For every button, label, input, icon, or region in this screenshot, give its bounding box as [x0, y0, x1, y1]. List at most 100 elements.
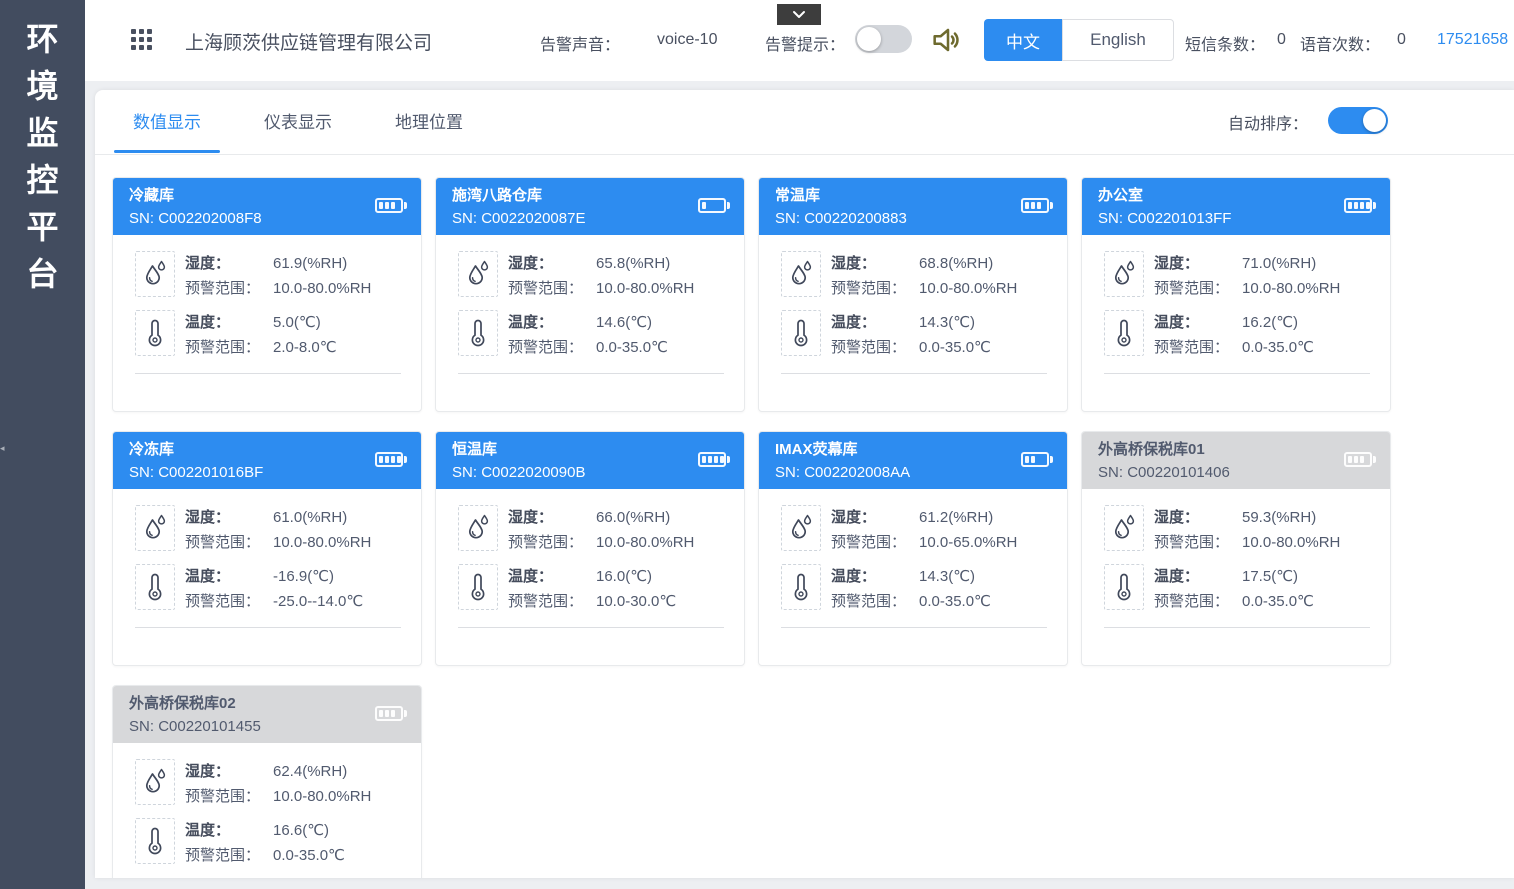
temperature-label: 温度：: [185, 310, 273, 335]
temperature-range-value: 0.0-35.0℃: [596, 339, 668, 356]
company-name: 上海顾茨供应链管理有限公司: [185, 28, 432, 55]
sms-count-label: 短信条数：: [1185, 31, 1265, 55]
humidity-droplet-icon: [458, 251, 498, 297]
sidebar-title-char: 环: [0, 16, 85, 63]
temperature-value: 5.0(℃): [273, 314, 321, 331]
temperature-range-value: 0.0-35.0℃: [919, 339, 991, 356]
temperature-range-label: 预警范围：: [831, 335, 919, 360]
temperature-metric: 温度：17.5(℃) 预警范围：0.0-35.0℃: [1104, 564, 1390, 614]
device-name: 冷藏库: [129, 184, 407, 207]
device-card-body: 湿度：61.0(%RH) 预警范围：10.0-80.0%RH 温度：-16.9(…: [113, 489, 421, 628]
humidity-label: 湿度：: [1154, 251, 1242, 276]
temperature-value: 16.2(℃): [1242, 314, 1298, 331]
device-sn: SN: C002202008F8: [129, 207, 407, 230]
humidity-label: 湿度：: [185, 759, 273, 784]
device-name: 外高桥保税库01: [1098, 438, 1376, 461]
device-card[interactable]: 施湾八路仓库 SN: C0022020087E 湿度：65.8(%RH) 预警范…: [435, 177, 745, 412]
top-bar: 上海顾茨供应链管理有限公司 告警声音： voice-10 告警提示： 中文 En…: [85, 0, 1514, 81]
temperature-value: 14.3(℃): [919, 568, 975, 585]
battery-icon: [1021, 452, 1053, 467]
temperature-metric: 温度：14.3(℃) 预警范围：0.0-35.0℃: [781, 564, 1067, 614]
device-card-header: 外高桥保税库02 SN: C00220101455: [113, 686, 421, 743]
auto-sort-label: 自动排序：: [1228, 110, 1308, 134]
temperature-metric: 温度：16.6(℃) 预警范围：0.0-35.0℃: [135, 818, 421, 868]
device-card-header: 外高桥保税库01 SN: C00220101406: [1082, 432, 1390, 489]
humidity-droplet-icon: [135, 251, 175, 297]
alarm-toggle[interactable]: [855, 25, 912, 53]
sn-value: C002201013FF: [1127, 210, 1231, 227]
humidity-range-value: 10.0-80.0%RH: [919, 280, 1017, 297]
sn-value: C00220101406: [1127, 464, 1230, 481]
auto-sort-toggle[interactable]: [1328, 107, 1388, 134]
battery-icon: [375, 706, 407, 721]
sidebar: 环境监控平台 ◂: [0, 0, 85, 889]
device-name: 办公室: [1098, 184, 1376, 207]
sn-value: C002202008F8: [158, 210, 261, 227]
humidity-range-label: 预警范围：: [185, 276, 273, 301]
device-card[interactable]: 恒温库 SN: C0022020090B 湿度：66.0(%RH) 预警范围：1…: [435, 431, 745, 666]
temperature-metric: 温度：14.6(℃) 预警范围：0.0-35.0℃: [458, 310, 744, 360]
temperature-thermometer-icon: [781, 310, 821, 356]
temperature-metric: 温度：-16.9(℃) 预警范围：-25.0--14.0℃: [135, 564, 421, 614]
humidity-metric: 湿度：61.2(%RH) 预警范围：10.0-65.0%RH: [781, 505, 1067, 555]
temperature-label: 温度：: [508, 310, 596, 335]
sn-prefix: SN:: [1098, 464, 1127, 481]
device-name: 冷冻库: [129, 438, 407, 461]
battery-icon: [375, 198, 407, 213]
humidity-droplet-icon: [1104, 505, 1144, 551]
device-card-body: 湿度：61.9(%RH) 预警范围：10.0-80.0%RH 温度：5.0(℃)…: [113, 235, 421, 374]
sn-value: C0022020087E: [481, 210, 585, 227]
device-card-header: 冷藏库 SN: C002202008F8: [113, 178, 421, 235]
voice-count-label: 语音次数：: [1300, 31, 1380, 55]
humidity-range-value: 10.0-80.0%RH: [596, 280, 694, 297]
device-card[interactable]: 冷冻库 SN: C002201016BF 湿度：61.0(%RH) 预警范围：1…: [112, 431, 422, 666]
card-divider: [135, 373, 401, 374]
device-card[interactable]: 常温库 SN: C00220200883 湿度：68.8(%RH) 预警范围：1…: [758, 177, 1068, 412]
device-sn: SN: C0022020087E: [452, 207, 730, 230]
sn-prefix: SN:: [452, 464, 481, 481]
device-name: 恒温库: [452, 438, 730, 461]
alarm-tip-label: 告警提示：: [765, 31, 845, 55]
alarm-sound-select[interactable]: voice-10: [657, 31, 717, 49]
device-card[interactable]: 外高桥保税库02 SN: C00220101455 湿度：62.4(%RH) 预…: [112, 685, 422, 878]
humidity-metric: 湿度：61.0(%RH) 预警范围：10.0-80.0%RH: [135, 505, 421, 555]
temperature-value: 17.5(℃): [1242, 568, 1298, 585]
battery-icon: [1344, 452, 1376, 467]
tab-geo-location[interactable]: 地理位置: [395, 108, 463, 153]
device-card[interactable]: 冷藏库 SN: C002202008F8 湿度：61.9(%RH) 预警范围：1…: [112, 177, 422, 412]
apps-grid-icon[interactable]: [131, 29, 153, 51]
sn-value: C002201016BF: [158, 464, 263, 481]
lang-english-button[interactable]: English: [1062, 19, 1174, 61]
humidity-range-label: 预警范围：: [1154, 530, 1242, 555]
humidity-label: 湿度：: [508, 505, 596, 530]
notification-bar-collapse-button[interactable]: [777, 4, 821, 25]
tab-numeric-display[interactable]: 数值显示: [133, 108, 201, 153]
temperature-range-label: 预警范围：: [1154, 335, 1242, 360]
device-card[interactable]: IMAX荧幕库 SN: C002202008AA 湿度：61.2(%RH) 预警…: [758, 431, 1068, 666]
sn-prefix: SN:: [775, 210, 804, 227]
device-name: 常温库: [775, 184, 1053, 207]
chevron-down-icon: [792, 10, 806, 19]
sidebar-collapse-arrow-icon[interactable]: ◂: [0, 440, 8, 456]
humidity-value: 61.9(%RH): [273, 255, 347, 272]
sms-count-value: 0: [1277, 31, 1286, 49]
sn-prefix: SN:: [775, 464, 804, 481]
temperature-value: 16.0(℃): [596, 568, 652, 585]
humidity-range-label: 预警范围：: [508, 530, 596, 555]
temperature-value: 14.3(℃): [919, 314, 975, 331]
temperature-range-label: 预警范围：: [508, 335, 596, 360]
humidity-label: 湿度：: [831, 251, 919, 276]
temperature-metric: 温度：16.0(℃) 预警范围：10.0-30.0℃: [458, 564, 744, 614]
device-card[interactable]: 办公室 SN: C002201013FF 湿度：71.0(%RH) 预警范围：1…: [1081, 177, 1391, 412]
phone-number-link[interactable]: 17521658: [1437, 31, 1508, 49]
device-card[interactable]: 外高桥保税库01 SN: C00220101406 湿度：59.3(%RH) 预…: [1081, 431, 1391, 666]
speaker-icon[interactable]: [930, 24, 962, 61]
humidity-range-label: 预警范围：: [831, 530, 919, 555]
humidity-range-value: 10.0-80.0%RH: [273, 534, 371, 551]
temperature-thermometer-icon: [458, 310, 498, 356]
tab-gauge-display[interactable]: 仪表显示: [264, 108, 332, 153]
card-divider: [458, 627, 724, 628]
device-card-body: 湿度：71.0(%RH) 预警范围：10.0-80.0%RH 温度：16.2(℃…: [1082, 235, 1390, 374]
lang-chinese-button[interactable]: 中文: [984, 19, 1062, 61]
temperature-value: -16.9(℃): [273, 568, 334, 585]
